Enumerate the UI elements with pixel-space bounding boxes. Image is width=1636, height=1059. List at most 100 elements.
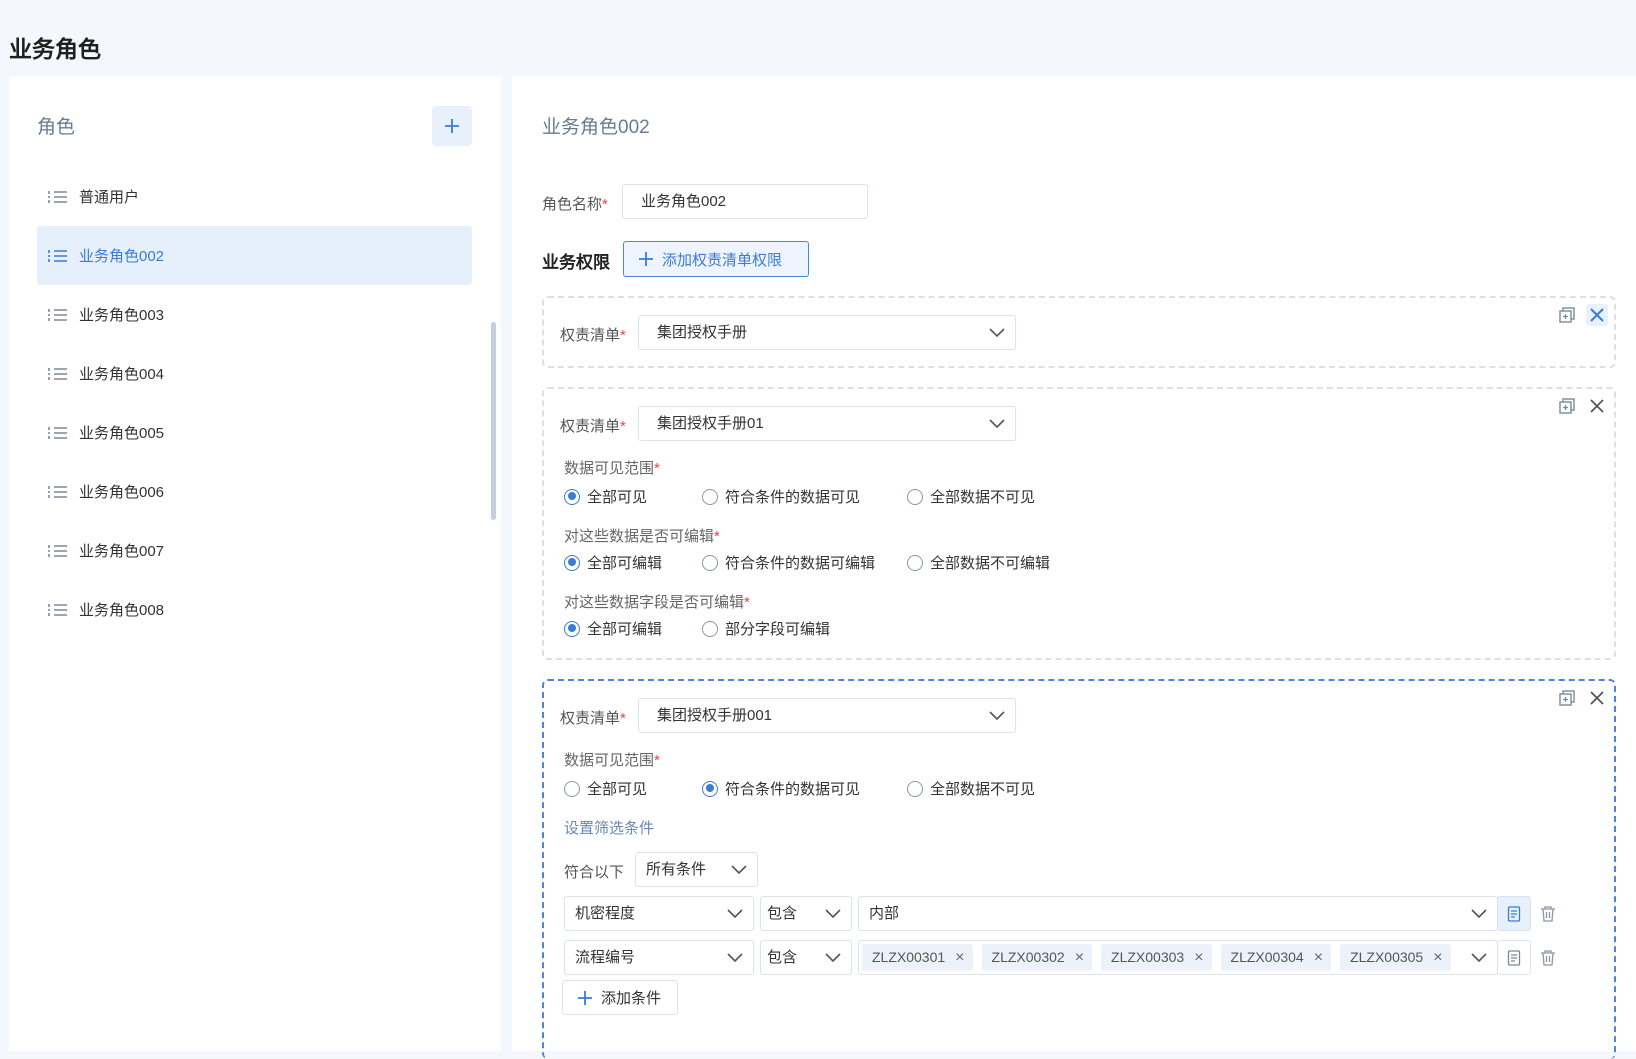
- condition-value-select[interactable]: 内部: [858, 896, 1498, 931]
- role-list-item[interactable]: 业务角色006: [37, 462, 472, 521]
- filter-title: 设置筛选条件: [564, 820, 655, 837]
- list-select[interactable]: 集团授权手册001: [638, 698, 1016, 733]
- close-icon[interactable]: [1586, 395, 1608, 417]
- condition-field-select[interactable]: 机密程度: [564, 896, 754, 931]
- role-list-item[interactable]: 业务角色003: [37, 285, 472, 344]
- visibility-radio-group: 全部可见 符合条件的数据可见 全部数据不可见: [564, 778, 1264, 798]
- condition-tags-select[interactable]: ZLZX00301 × ZLZX00302 × ZLZX00303 × ZLZX00304 ×…: [858, 940, 1498, 975]
- role-list-item-label: 业务角色005: [79, 425, 165, 442]
- filter-tag-label: ZLZX00304: [1230, 949, 1304, 965]
- filter-tag-label: ZLZX00305: [1350, 949, 1424, 965]
- radio-option[interactable]: 全部数据不可编辑: [907, 552, 1050, 573]
- role-list: 普通用户业务角色002 业务角色003 业务角色004 业务角色005 业务角色006 业…: [37, 167, 472, 639]
- role-list-item-label: 业务角色008: [79, 602, 165, 619]
- add-condition-label: 添加条件: [601, 990, 662, 1007]
- role-list-item[interactable]: 业务角色002: [37, 226, 472, 285]
- copy-icon[interactable]: [1558, 689, 1576, 707]
- radio-option[interactable]: 全部数据不可见: [907, 778, 1035, 799]
- condition-field-value: 流程编号: [575, 949, 636, 966]
- copy-icon[interactable]: [1558, 397, 1576, 415]
- radio-option[interactable]: 全部可编辑: [564, 552, 662, 573]
- role-list-item-label: 业务角色006: [79, 484, 165, 501]
- chevron-down-icon: [825, 909, 841, 919]
- radio-option[interactable]: 部分字段可编辑: [702, 618, 830, 639]
- visibility-label: 数据可见范围*: [564, 752, 660, 769]
- role-list-item[interactable]: 业务角色007: [37, 521, 472, 580]
- condition-op-value: 包含: [767, 949, 798, 966]
- editable-radio-group: 全部可编辑 符合条件的数据可编辑 全部数据不可编辑: [564, 552, 1264, 572]
- radio-label: 符合条件的数据可见: [725, 489, 861, 506]
- document-icon[interactable]: [1497, 896, 1531, 931]
- role-list-item-label: 业务角色004: [79, 366, 165, 383]
- document-icon[interactable]: [1497, 940, 1531, 975]
- radio-button[interactable]: [702, 554, 718, 571]
- roles-scrollbar[interactable]: [491, 322, 496, 520]
- radio-option[interactable]: 全部可见: [564, 778, 647, 799]
- match-select[interactable]: 所有条件: [635, 852, 758, 887]
- visibility-label: 数据可见范围*: [564, 460, 660, 477]
- radio-button[interactable]: [702, 488, 718, 505]
- filter-tag-label: ZLZX00301: [872, 949, 946, 965]
- radio-button[interactable]: [907, 780, 923, 797]
- copy-icon[interactable]: [1558, 306, 1576, 324]
- radio-label: 符合条件的数据可编辑: [725, 555, 876, 572]
- list-select-value: 集团授权手册: [657, 324, 748, 341]
- condition-field-select[interactable]: 流程编号: [564, 940, 754, 975]
- plus-icon: [578, 990, 592, 1005]
- list-select[interactable]: 集团授权手册01: [638, 406, 1016, 441]
- radio-button[interactable]: [907, 488, 923, 505]
- filter-tag: ZLZX00303 ×: [1101, 944, 1212, 971]
- plus-icon: [639, 252, 653, 266]
- chevron-down-icon: [825, 953, 841, 963]
- remove-tag-icon[interactable]: ×: [1194, 941, 1203, 974]
- radio-label: 部分字段可编辑: [725, 621, 831, 638]
- role-list-item-label: 业务角色002: [79, 248, 165, 265]
- condition-op-select[interactable]: 包含: [760, 940, 852, 975]
- tag-list: ZLZX00301 × ZLZX00302 × ZLZX00303 × ZLZX00304 ×…: [862, 944, 1460, 971]
- remove-tag-icon[interactable]: ×: [1433, 941, 1442, 974]
- list-icon: [48, 544, 67, 557]
- chevron-down-icon: [989, 419, 1005, 429]
- remove-tag-icon[interactable]: ×: [1314, 941, 1323, 974]
- detail-title: 业务角色002: [542, 117, 650, 138]
- role-list-item[interactable]: 业务角色005: [37, 403, 472, 462]
- add-list-permission-button[interactable]: 添加权责清单权限: [623, 241, 809, 277]
- add-condition-button[interactable]: 添加条件: [562, 980, 678, 1015]
- condition-op-select[interactable]: 包含: [760, 896, 852, 931]
- close-icon[interactable]: [1586, 304, 1608, 326]
- radio-button[interactable]: [564, 620, 580, 637]
- close-icon[interactable]: [1586, 687, 1608, 709]
- add-role-button[interactable]: [432, 106, 472, 146]
- radio-button[interactable]: [564, 780, 580, 797]
- list-select[interactable]: 集团授权手册: [638, 315, 1016, 350]
- filter-tag: ZLZX00302 ×: [981, 941, 1093, 974]
- role-list-item[interactable]: 普通用户: [37, 167, 472, 226]
- remove-tag-icon[interactable]: ×: [955, 941, 964, 974]
- trash-icon[interactable]: [1539, 949, 1557, 967]
- editable-label: 对这些数据是否可编辑*: [564, 528, 720, 545]
- filter-tag-label: ZLZX00302: [991, 949, 1065, 965]
- role-name-input[interactable]: 业务角色002: [622, 184, 868, 219]
- trash-icon[interactable]: [1539, 905, 1557, 923]
- radio-option[interactable]: 符合条件的数据可编辑: [702, 552, 875, 573]
- radio-option[interactable]: 全部数据不可见: [907, 486, 1035, 507]
- filter-tag: ZLZX00305 ×: [1340, 944, 1451, 971]
- radio-option[interactable]: 符合条件的数据可见: [702, 486, 860, 507]
- radio-option[interactable]: 全部可编辑: [564, 618, 662, 639]
- radio-button[interactable]: [564, 488, 580, 505]
- chevron-down-icon: [727, 909, 743, 919]
- remove-tag-icon[interactable]: ×: [1075, 941, 1084, 974]
- roles-heading: 角色: [37, 117, 76, 138]
- role-list-item[interactable]: 业务角色004: [37, 344, 472, 403]
- radio-button[interactable]: [702, 620, 718, 637]
- role-list-item[interactable]: 业务角色008: [37, 580, 472, 639]
- radio-button[interactable]: [702, 780, 718, 797]
- role-name-label: 角色名称*: [542, 196, 608, 213]
- permission-card-2: 权责清单* 集团授权手册01 数据可见范围* 全部可见 符合条件的数据可见 全部数据…: [542, 387, 1616, 660]
- radio-option[interactable]: 符合条件的数据可见: [702, 778, 860, 799]
- radio-button[interactable]: [907, 554, 923, 571]
- radio-label: 符合条件的数据可见: [725, 781, 861, 798]
- radio-button[interactable]: [564, 554, 580, 571]
- list-select-value: 集团授权手册001: [657, 707, 773, 724]
- radio-option[interactable]: 全部可见: [564, 486, 647, 507]
